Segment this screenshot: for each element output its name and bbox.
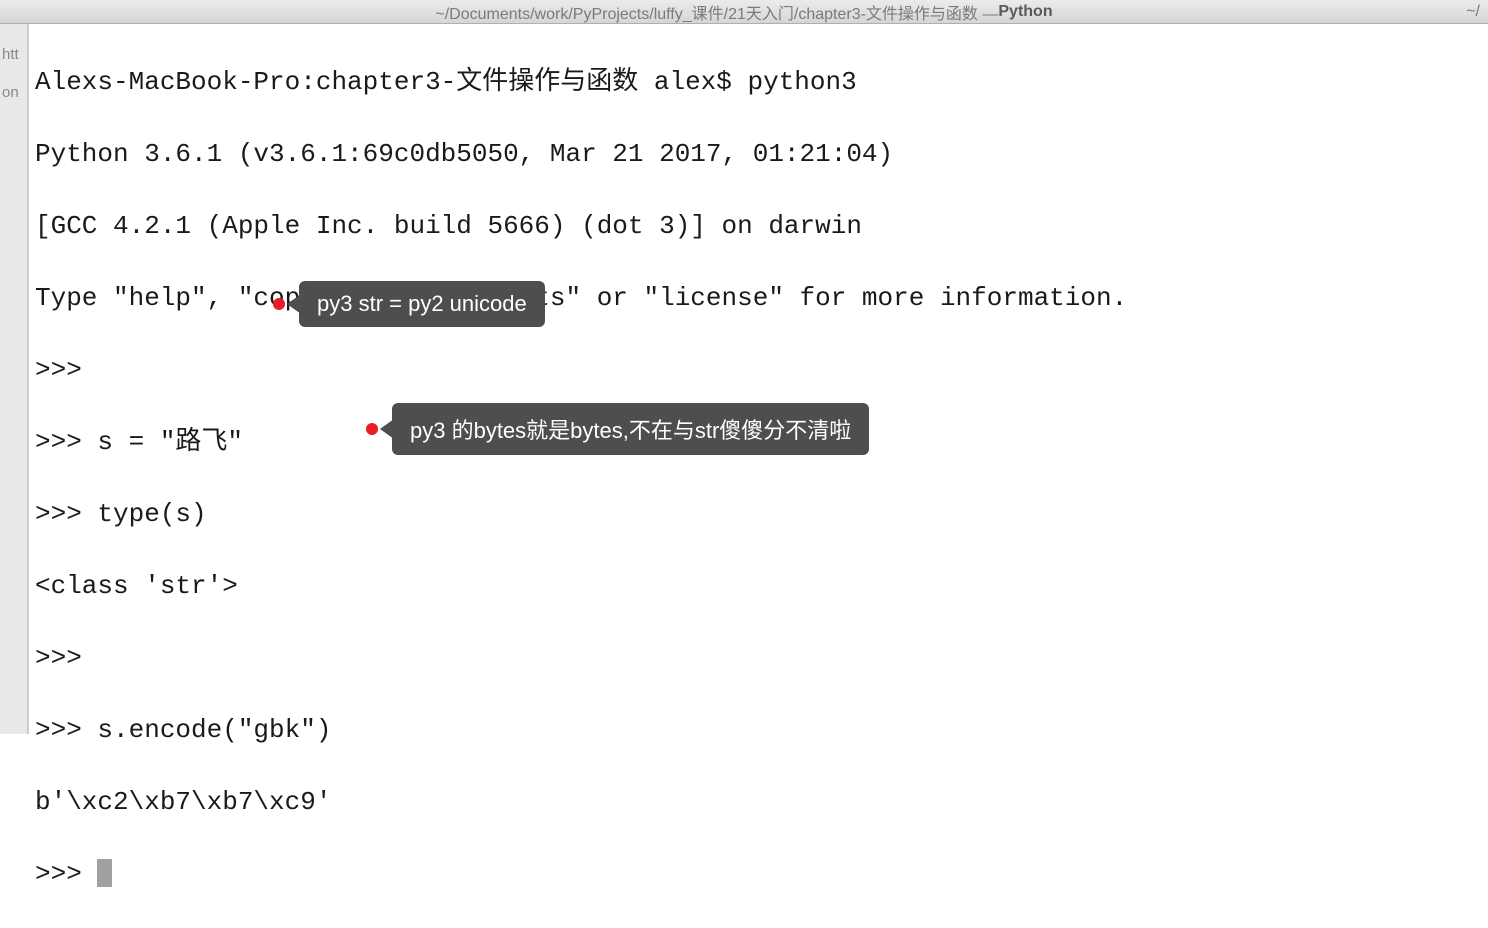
terminal-line: Python 3.6.1 (v3.6.1:69c0db5050, Mar 21 …	[35, 136, 1482, 172]
sidebar-label-2: on	[2, 84, 19, 101]
window-title-path: ~/Documents/work/PyProjects/luffy_课件/21天…	[435, 0, 998, 24]
terminal-line: b'\xc2\xb7\xb7\xc9'	[35, 784, 1482, 820]
terminal-line: [GCC 4.2.1 (Apple Inc. build 5666) (dot …	[35, 208, 1482, 244]
annotation-1: py3 str = py2 unicode	[273, 281, 545, 327]
terminal-line: Alexs-MacBook-Pro:chapter3-文件操作与函数 alex$…	[35, 64, 1482, 100]
terminal-line: Type "help", "copyright", "credits" or "…	[35, 280, 1482, 316]
annotation-bubble: py3 str = py2 unicode	[299, 281, 545, 327]
terminal-prompt: >>>	[35, 859, 97, 889]
terminal-line: >>> s.encode("gbk")	[35, 712, 1482, 748]
terminal-line: >>>	[35, 640, 1482, 676]
window-title-right: ~/	[1466, 3, 1480, 21]
annotation-dot-icon	[273, 298, 285, 310]
sidebar-label-1: htt	[2, 46, 19, 63]
terminal-line: >>>	[35, 856, 1482, 892]
terminal-line: >>> type(s)	[35, 496, 1482, 532]
window-title-bar: ~/Documents/work/PyProjects/luffy_课件/21天…	[0, 0, 1488, 24]
left-sidebar: htt on	[0, 24, 28, 734]
terminal-line: <class 'str'>	[35, 568, 1482, 604]
terminal-cursor	[97, 859, 112, 887]
terminal-line: >>>	[35, 352, 1482, 388]
annotation-bubble: py3 的bytes就是bytes,不在与str傻傻分不清啦	[392, 403, 869, 455]
terminal-output[interactable]: Alexs-MacBook-Pro:chapter3-文件操作与函数 alex$…	[28, 24, 1488, 734]
annotation-2: py3 的bytes就是bytes,不在与str傻傻分不清啦	[366, 403, 869, 455]
window-title-app: Python	[998, 3, 1052, 21]
annotation-dot-icon	[366, 423, 378, 435]
